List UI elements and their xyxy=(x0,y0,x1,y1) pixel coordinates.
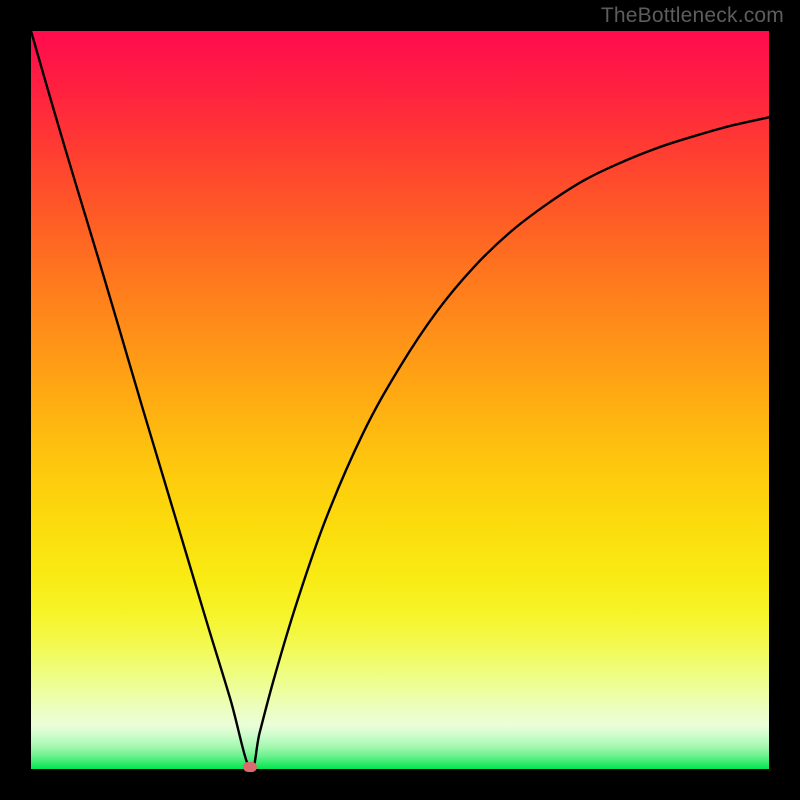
plot-area xyxy=(31,31,769,769)
bottleneck-curve xyxy=(31,31,769,769)
watermark-text: TheBottleneck.com xyxy=(601,4,784,28)
minimum-marker xyxy=(243,762,257,772)
chart-frame: TheBottleneck.com xyxy=(0,0,800,800)
curve-path xyxy=(31,31,769,770)
